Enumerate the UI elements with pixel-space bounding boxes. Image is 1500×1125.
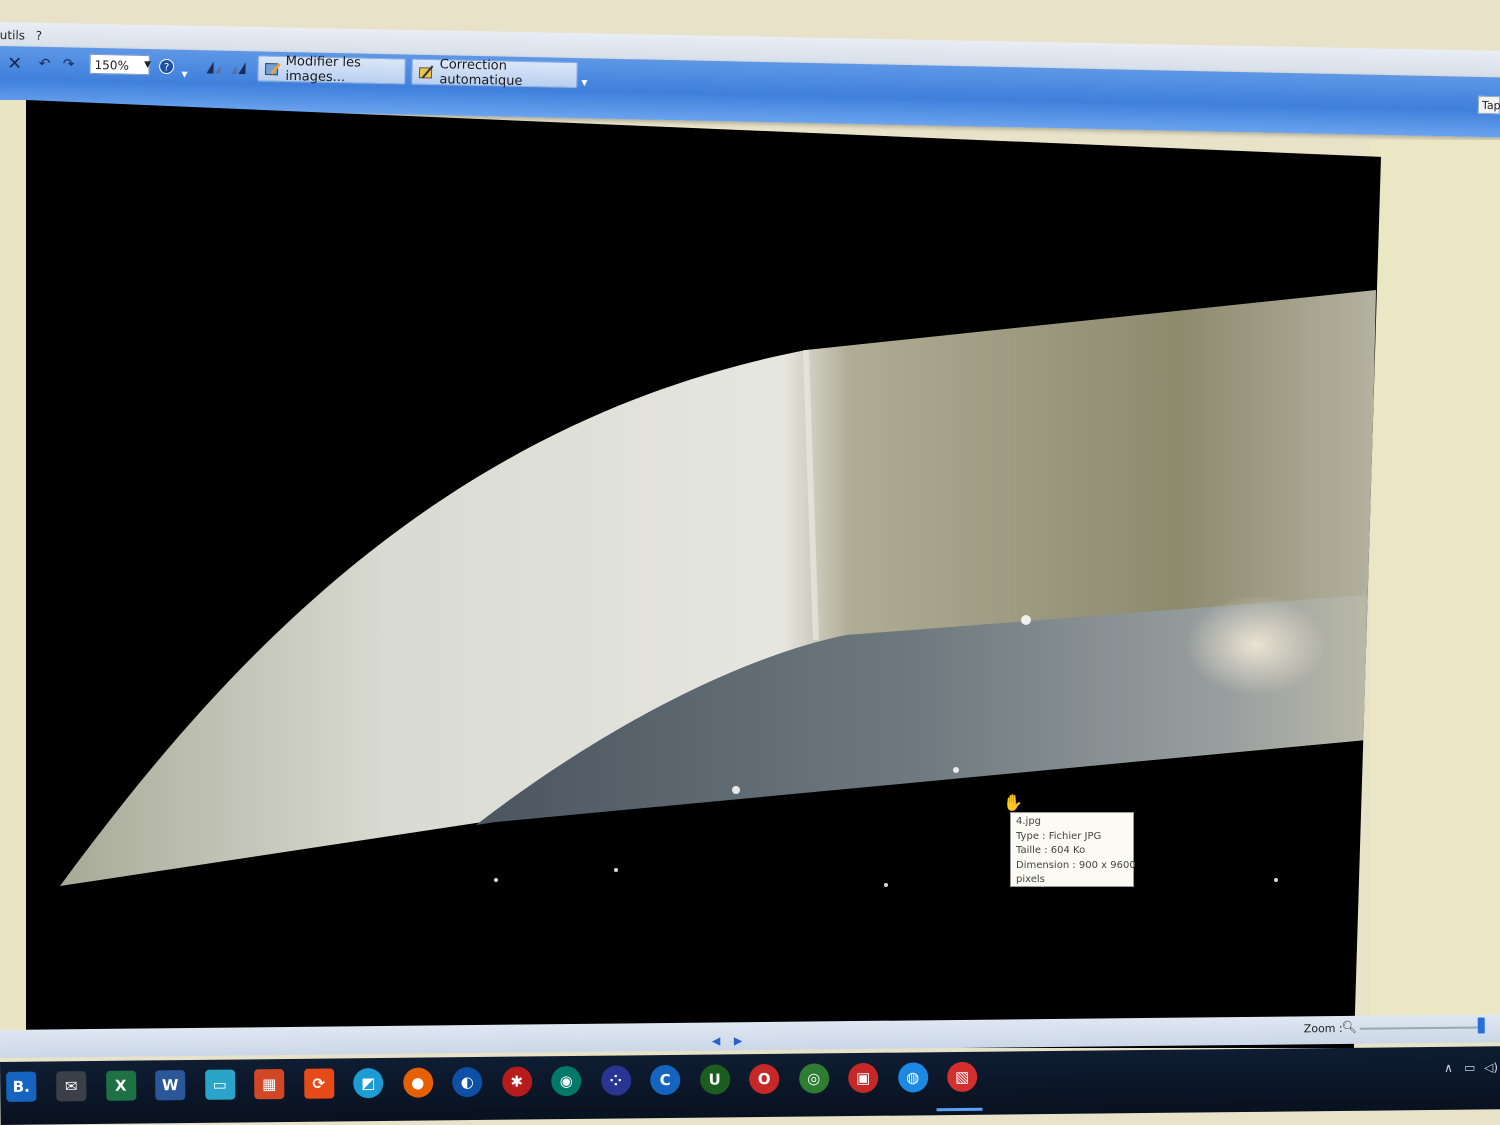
tooltip-type: Type : Fichier JPG: [1016, 830, 1102, 842]
svg-text:?: ?: [164, 62, 170, 73]
excel-icon[interactable]: X: [105, 1070, 136, 1101]
start-app-button[interactable]: B.: [6, 1071, 37, 1102]
zoom-label: Zoom :: [1303, 1021, 1343, 1036]
teal-app-icon[interactable]: ◉: [551, 1065, 582, 1097]
magic-wand-svg: [418, 65, 434, 79]
utorrent-icon[interactable]: U: [699, 1064, 730, 1095]
dots-app-icon[interactable]: ⁘: [600, 1065, 631, 1096]
windows-tiles-icon[interactable]: ▦: [254, 1069, 285, 1100]
modify-images-button[interactable]: Modifier les images...: [257, 53, 406, 86]
zoom-slider-track[interactable]: [1359, 1026, 1480, 1030]
photo-app-icon[interactable]: ◩: [353, 1067, 384, 1099]
edit-image-svg: [264, 62, 281, 76]
previous-arrow-icon[interactable]: ◀: [712, 1034, 721, 1047]
left-panel: [0, 100, 30, 1060]
image-viewer-app-icon[interactable]: ▧: [947, 1061, 978, 1093]
auto-correct-button[interactable]: Correction automatique: [411, 57, 578, 89]
side-tab[interactable]: Tap: [1477, 95, 1500, 115]
zoom-out-icon[interactable]: 🔍︎: [1342, 1020, 1357, 1034]
lock-app-icon[interactable]: ▣: [848, 1062, 879, 1094]
next-arrow-icon[interactable]: ▶: [734, 1034, 743, 1047]
file-info-tooltip: 4.jpg Type : Fichier JPG Taille : 604 Ko…: [1010, 812, 1136, 887]
right-panel: [1370, 140, 1500, 1040]
menu-item-tools[interactable]: utils: [0, 28, 25, 42]
red-app-icon[interactable]: ✱: [501, 1066, 532, 1097]
active-app-indicator: [936, 1107, 983, 1112]
screen: utils ? ✕ ↶ ↷ 150% ▼ ? ▼ Modifier les im…: [0, 0, 1500, 1125]
chevron-down-icon[interactable]: ▼: [141, 56, 153, 74]
knife-blade-photo: [60, 290, 1376, 887]
network-icon[interactable]: ▭: [1464, 1061, 1475, 1075]
volume-icon[interactable]: ◁): [1484, 1060, 1498, 1074]
redo-icon[interactable]: ↷: [59, 53, 77, 75]
tooltip-filename: 4.jpg: [1016, 816, 1042, 827]
rotate-right-icon[interactable]: [227, 57, 249, 79]
hand-cursor-icon: ✋: [1003, 793, 1023, 812]
image-viewer[interactable]: [26, 100, 1381, 1048]
opera-icon[interactable]: O: [749, 1063, 780, 1095]
ccleaner-icon[interactable]: C: [650, 1064, 681, 1096]
teamviewer-icon[interactable]: ◐: [452, 1066, 483, 1098]
taskbar: B. ✉ X W ▭ ▦ ⟳ ◩ ● ◐ ✱ ◉ ⁘ C U O ◎ ▣ ◍ ▧ ∧ ▭ ◁): [0, 1046, 1500, 1125]
rotate-left-svg: [206, 61, 221, 74]
firefox-icon[interactable]: ●: [402, 1067, 433, 1098]
modify-images-label: Modifier les images...: [285, 53, 361, 86]
auto-correct-label: Correction automatique: [439, 57, 523, 89]
magic-wand-icon: [418, 64, 434, 80]
chrome-icon[interactable]: ◎: [798, 1063, 829, 1094]
edit-image-icon: [264, 61, 281, 77]
tooltip-units: pixels: [1016, 874, 1045, 885]
rotate-left-icon[interactable]: [202, 56, 224, 78]
menu-item-help[interactable]: ?: [36, 29, 43, 43]
help-circle-icon[interactable]: ?: [157, 55, 175, 77]
help-circle-svg: ?: [159, 58, 175, 74]
word-icon[interactable]: W: [155, 1070, 186, 1101]
tooltip-size: Taille : 604 Ko: [1016, 845, 1086, 856]
light-glare: [1186, 595, 1326, 695]
close-icon[interactable]: ✕: [5, 52, 23, 74]
tooltip-dimension: Dimension : 900 x 9600: [1016, 859, 1136, 871]
undo-icon[interactable]: ↶: [35, 53, 53, 75]
rotate-right-svg: [231, 62, 246, 75]
sync-app-icon[interactable]: ⟳: [303, 1068, 334, 1099]
toolbar-overflow-icon[interactable]: ▼: [179, 70, 189, 82]
globe-app-icon[interactable]: ◍: [897, 1062, 928, 1093]
monitor-app-icon[interactable]: ▭: [204, 1069, 235, 1100]
tray-chevron-icon[interactable]: ∧: [1444, 1061, 1453, 1075]
mail-icon[interactable]: ✉: [56, 1071, 87, 1102]
toolbar-more-icon[interactable]: ▼: [579, 78, 589, 90]
zoom-slider-thumb[interactable]: [1477, 1017, 1485, 1034]
